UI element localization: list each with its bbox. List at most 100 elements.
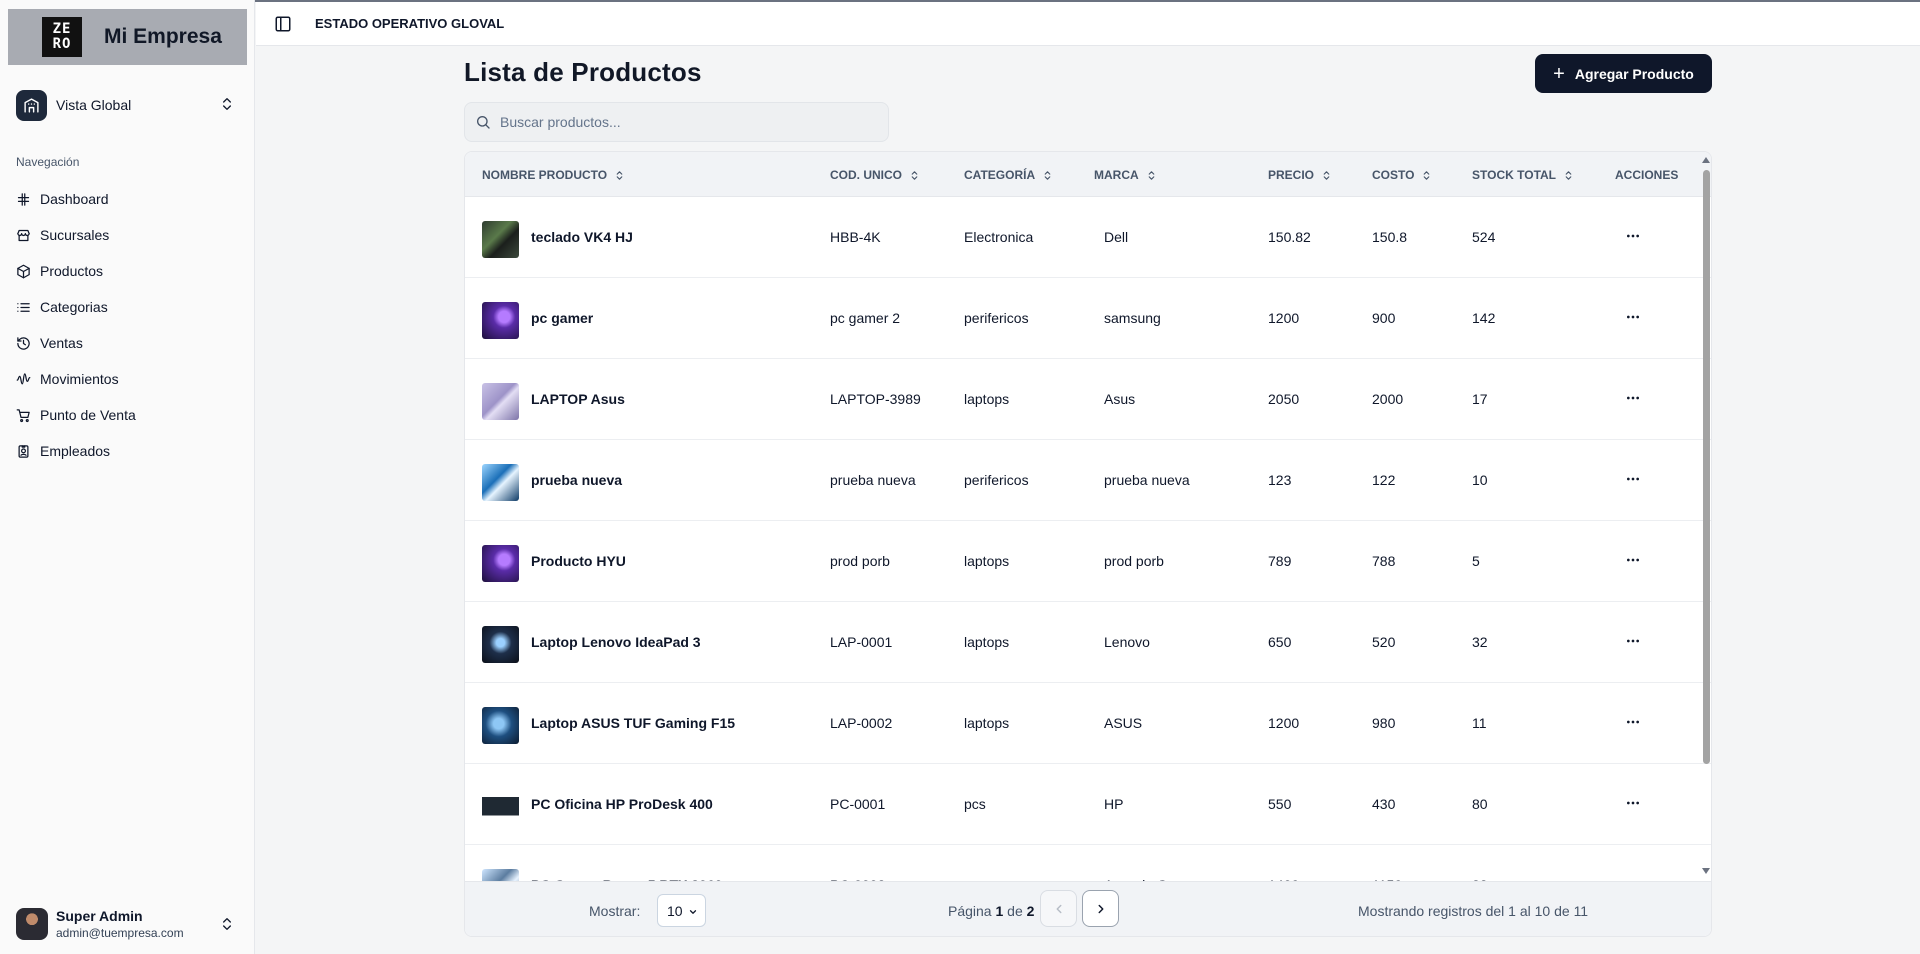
table-row[interactable]: PC Gamer Ryzen 5 RTX 3060PC-0002pcsArmad… (465, 845, 1711, 881)
more-horizontal-icon (1627, 720, 1639, 724)
column-header-nombre-producto[interactable]: NOMBRE PRODUCTO (482, 168, 625, 182)
cell-costo: 980 (1372, 715, 1396, 731)
cell-stock-total: 524 (1472, 229, 1496, 245)
user-menu[interactable]: Super Admin admin@tuempresa.com (16, 904, 241, 944)
row-actions-button[interactable] (1622, 712, 1644, 732)
sidebar-item-punto-de-venta[interactable]: Punto de Venta (16, 397, 241, 433)
table-header: NOMBRE PRODUCTO COD. UNICO CATEGORÍA MAR… (465, 152, 1711, 197)
total-pages: 2 (1026, 903, 1035, 919)
cell-stock-total: 10 (1472, 472, 1488, 488)
scroll-down-arrow-icon[interactable] (1702, 868, 1710, 874)
scrollbar-thumb[interactable] (1703, 170, 1710, 764)
chevron-right-icon (1098, 904, 1103, 913)
sidebar-item-empleados[interactable]: Empleados (16, 433, 241, 469)
table-footer: Mostrar: 10 Página 1 de 2 Mostrando regi… (465, 881, 1711, 936)
more-horizontal-icon (1627, 801, 1639, 805)
row-actions-button[interactable] (1622, 874, 1644, 881)
cell-product-name: Laptop Lenovo IdeaPad 3 (531, 634, 701, 650)
table-row[interactable]: Laptop Lenovo IdeaPad 3 LAP-0001 laptops Le… (465, 602, 1711, 683)
column-header-categoria[interactable]: CATEGORÍA (964, 168, 1053, 182)
sort-icon (1044, 170, 1051, 180)
column-header-stock-total[interactable]: STOCK TOTAL (1472, 168, 1574, 182)
current-page: 1 (995, 903, 1004, 919)
sidebar-item-productos[interactable]: Productos (16, 253, 241, 289)
cell-marca: HP (1104, 796, 1124, 812)
column-header-cod-unico[interactable]: COD. UNICO (830, 168, 920, 182)
cell-categoria: perifericos (964, 310, 1029, 326)
cell-costo: 900 (1372, 310, 1396, 326)
row-actions-button[interactable] (1622, 388, 1644, 408)
row-actions-button[interactable] (1622, 226, 1644, 246)
cell-product-name: pc gamer (531, 310, 594, 326)
row-actions-button[interactable] (1622, 793, 1644, 813)
table-row[interactable]: PC Oficina HP ProDesk 400 PC-0001 pcs HP 550… (465, 764, 1711, 845)
cell-cod-unico: LAP-0001 (830, 634, 893, 650)
records-summary: Mostrando registros del 1 al 10 de 11 (1358, 903, 1589, 919)
column-header-costo[interactable]: COSTO (1372, 168, 1432, 182)
more-horizontal-icon (1627, 234, 1639, 238)
plus-icon: + (1553, 62, 1565, 85)
add-product-button[interactable]: + Agregar Producto (1535, 54, 1712, 93)
cell-product-name: Producto HYU (531, 553, 626, 569)
search-input[interactable] (500, 114, 860, 130)
row-actions-button[interactable] (1622, 307, 1644, 327)
search-icon (477, 116, 490, 129)
column-header-marca[interactable]: MARCA (1094, 168, 1157, 182)
cell-stock-total: 5 (1472, 553, 1480, 569)
hash-icon (17, 192, 30, 206)
sidebar-item-dashboard[interactable]: Dashboard (16, 181, 241, 217)
cell-cod-unico: pc gamer 2 (830, 310, 901, 326)
cell-cod-unico: prueba nueva (830, 472, 916, 488)
scope-switcher[interactable]: Vista Global (16, 89, 241, 121)
more-horizontal-icon (1627, 396, 1639, 400)
cell-precio: 2050 (1268, 391, 1300, 407)
list-icon (17, 302, 30, 312)
cell-precio: 150.82 (1268, 229, 1311, 245)
audio-waveform-icon (16, 372, 31, 384)
table-row[interactable]: pc gamer pc gamer 2 perifericos samsung 1200… (465, 278, 1711, 359)
cell-cod-unico: HBB-4K (830, 229, 881, 245)
next-page-button[interactable] (1082, 890, 1119, 927)
cell-cod-unico: LAPTOP-3989 (830, 391, 921, 407)
cell-product-name: teclado VK4 HJ (531, 229, 633, 245)
table-scrollbar[interactable] (1699, 152, 1711, 881)
scope-label: Vista Global (56, 97, 132, 113)
sort-icon (616, 170, 623, 180)
product-thumbnail (482, 707, 519, 744)
sidebar-item-ventas[interactable]: Ventas (16, 325, 241, 361)
top-header: ESTADO OPERATIVO GLOVAL (256, 2, 1920, 46)
header-title: ESTADO OPERATIVO GLOVAL (315, 16, 505, 31)
brand-header[interactable]: ZE RO Mi Empresa (8, 9, 247, 65)
sidebar-item-movimientos[interactable]: Movimientos (16, 361, 241, 397)
history-icon (17, 336, 30, 350)
table-row[interactable]: prueba nueva prueba nueva perifericos prueb… (465, 440, 1711, 521)
cell-marca: prod porb (1104, 553, 1164, 569)
cell-costo: 2000 (1372, 391, 1404, 407)
sidebar-toggle-icon[interactable] (274, 15, 292, 33)
sidebar-item-sucursales[interactable]: Sucursales (16, 217, 241, 253)
cell-marca: Dell (1104, 229, 1129, 245)
row-actions-button[interactable] (1622, 631, 1644, 651)
table-row[interactable]: teclado VK4 HJ HBB-4K Electronica Dell 150.8… (465, 197, 1711, 278)
row-actions-button[interactable] (1622, 469, 1644, 489)
table-row[interactable]: Laptop ASUS TUF Gaming F15 LAP-0002 laptop… (465, 683, 1711, 764)
table-row[interactable]: Producto HYU prod porb laptops prod porb 789… (465, 521, 1711, 602)
column-header-precio[interactable]: PRECIO (1268, 168, 1332, 182)
sidebar-item-categorias[interactable]: Categorias (16, 289, 241, 325)
shopping-cart-icon (16, 408, 30, 422)
cell-marca: Asus (1104, 391, 1136, 407)
sort-icon (1148, 170, 1155, 180)
more-horizontal-icon (1627, 477, 1639, 481)
page-size-select[interactable]: 10 (657, 894, 706, 927)
cell-marca: Lenovo (1104, 634, 1150, 650)
scroll-up-arrow-icon[interactable] (1702, 157, 1710, 163)
previous-page-button[interactable] (1040, 890, 1077, 927)
row-actions-button[interactable] (1622, 550, 1644, 570)
product-thumbnail (482, 302, 519, 339)
cell-product-name: PC Oficina HP ProDesk 400 (531, 796, 713, 812)
package-icon (17, 264, 30, 278)
sort-icon (1424, 170, 1430, 180)
table-row[interactable]: LAPTOP Asus LAPTOP-3989 laptops Asus 2050 200… (465, 359, 1711, 440)
product-thumbnail (482, 626, 519, 663)
company-logo: ZE RO (42, 17, 82, 57)
